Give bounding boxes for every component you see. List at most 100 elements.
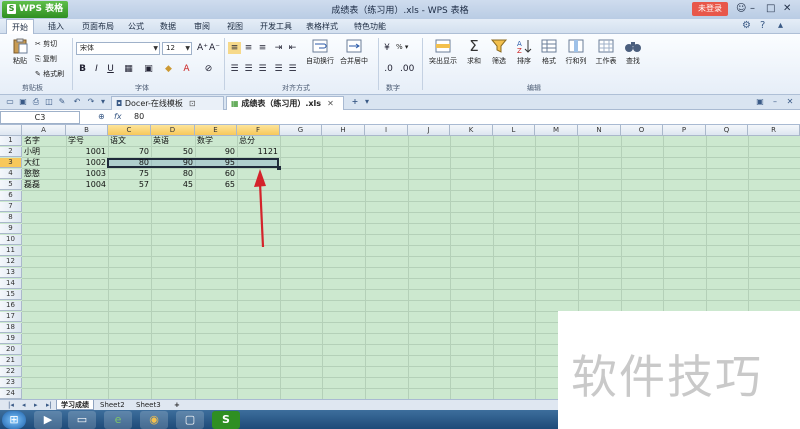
- row-header-23[interactable]: 23: [0, 378, 22, 388]
- column-header-o[interactable]: O: [621, 125, 663, 136]
- cell-a3[interactable]: 大红: [24, 158, 40, 168]
- font-color-icon[interactable]: A: [180, 63, 193, 75]
- first-sheet-icon[interactable]: |◂: [4, 400, 18, 410]
- cell-e3[interactable]: 95: [195, 158, 237, 168]
- close-tab-icon[interactable]: ✕: [327, 99, 334, 108]
- indent-icon[interactable]: ⇥: [272, 42, 285, 54]
- quick-access-more-icon[interactable]: ▾: [98, 97, 108, 107]
- cell-b4[interactable]: 1003: [66, 169, 108, 179]
- highlight-button[interactable]: 突出显示: [426, 38, 460, 66]
- decimal-decrease-icon[interactable]: .00: [400, 63, 414, 75]
- cell-e2[interactable]: 90: [195, 147, 237, 157]
- browser-icon[interactable]: e: [104, 411, 132, 429]
- font-size-select[interactable]: 12 ▼: [162, 42, 192, 55]
- outdent-icon[interactable]: ⇤: [286, 42, 299, 54]
- decrease-font-icon[interactable]: A⁻: [208, 42, 221, 54]
- collapse-ribbon-icon[interactable]: ▴: [778, 20, 783, 31]
- settings-icon[interactable]: ⚙: [742, 20, 751, 31]
- distributed-icon[interactable]: ☰: [286, 63, 299, 75]
- align-top-icon[interactable]: ≡: [228, 42, 241, 54]
- media-player-icon[interactable]: ▶: [34, 411, 62, 429]
- close-icon[interactable]: ✕: [783, 3, 791, 14]
- minimize-icon[interactable]: –: [750, 3, 755, 14]
- next-sheet-icon[interactable]: ▸: [30, 400, 42, 410]
- row-header-16[interactable]: 16: [0, 301, 22, 311]
- minimize-doc-icon[interactable]: –: [770, 97, 780, 107]
- wrap-text-button[interactable]: 自动换行: [304, 38, 336, 66]
- save-icon[interactable]: ▣: [18, 97, 28, 107]
- column-header-r[interactable]: R: [748, 125, 800, 136]
- select-all-corner[interactable]: [0, 125, 22, 136]
- menu-formulas[interactable]: 公式: [128, 21, 144, 32]
- row-header-21[interactable]: 21: [0, 356, 22, 366]
- menu-data[interactable]: 数据: [160, 21, 176, 32]
- help-icon[interactable]: ?: [760, 20, 765, 31]
- menu-view[interactable]: 视图: [227, 21, 243, 32]
- column-header-g[interactable]: G: [280, 125, 322, 136]
- undo-icon[interactable]: ↶: [72, 97, 82, 107]
- column-header-a[interactable]: A: [22, 125, 66, 136]
- row-header-5[interactable]: 5: [0, 180, 22, 190]
- tab-docer[interactable]: ◘ Docer-在线模板 ⊡: [111, 96, 224, 110]
- cell-e4[interactable]: 60: [195, 169, 237, 179]
- format-painter-button[interactable]: ✎ 格式刷: [35, 69, 64, 79]
- cell-e1[interactable]: 数学: [197, 136, 213, 146]
- maximize-icon[interactable]: □: [766, 3, 775, 14]
- row-header-19[interactable]: 19: [0, 334, 22, 344]
- italic-icon[interactable]: I: [90, 63, 103, 75]
- row-header-10[interactable]: 10: [0, 235, 22, 245]
- worksheet-button[interactable]: 工作表: [592, 38, 620, 66]
- preview-icon[interactable]: ◫: [44, 97, 54, 107]
- row-header-14[interactable]: 14: [0, 279, 22, 289]
- column-header-c[interactable]: C: [108, 125, 151, 136]
- decimal-increase-icon[interactable]: .0: [382, 63, 395, 75]
- skin-icon[interactable]: ☺: [736, 3, 746, 14]
- copy-button[interactable]: ⎘ 复制: [35, 54, 57, 64]
- login-button[interactable]: 未登录: [692, 2, 728, 16]
- column-header-k[interactable]: K: [450, 125, 493, 136]
- align-left-icon[interactable]: ☰: [228, 63, 241, 75]
- row-header-3[interactable]: 3: [0, 158, 22, 168]
- cell-d4[interactable]: 80: [151, 169, 195, 179]
- cell-c5[interactable]: 57: [108, 180, 151, 190]
- highlight-icon[interactable]: ◆: [162, 63, 175, 75]
- last-sheet-icon[interactable]: ▸|: [42, 400, 56, 410]
- row-header-17[interactable]: 17: [0, 312, 22, 322]
- justify-icon[interactable]: ☰: [272, 63, 285, 75]
- menu-features[interactable]: 特色功能: [354, 21, 386, 32]
- cell-f1[interactable]: 总分: [239, 136, 255, 146]
- close-tab-icon[interactable]: ⊡: [189, 99, 196, 108]
- sheet-tab-1[interactable]: 学习成绩: [56, 400, 94, 410]
- cell-a5[interactable]: 磊磊: [24, 180, 40, 190]
- cell-a4[interactable]: 憨憨: [24, 169, 40, 179]
- cut-button[interactable]: ✂ 剪切: [35, 39, 57, 49]
- cell-c2[interactable]: 70: [108, 147, 151, 157]
- find-button[interactable]: 查找: [622, 38, 644, 66]
- column-header-m[interactable]: M: [535, 125, 578, 136]
- row-header-12[interactable]: 12: [0, 257, 22, 267]
- border-icon[interactable]: ▦: [122, 63, 135, 75]
- cell-a1[interactable]: 名字: [24, 136, 40, 146]
- cell-e5[interactable]: 65: [195, 180, 237, 190]
- sheet-tab-3[interactable]: Sheet3: [132, 400, 165, 410]
- column-header-d[interactable]: D: [151, 125, 195, 136]
- app-icon[interactable]: ◉: [140, 411, 168, 429]
- cell-b1[interactable]: 学号: [68, 136, 84, 146]
- cell-c1[interactable]: 语文: [110, 136, 126, 146]
- format-button[interactable]: 格式: [538, 38, 560, 66]
- window-icon[interactable]: ▢: [176, 411, 204, 429]
- add-sheet-icon[interactable]: +: [170, 400, 184, 410]
- align-center-icon[interactable]: ☰: [242, 63, 255, 75]
- tab-file[interactable]: ▦ 成绩表（练习用）.xls ✕: [226, 96, 344, 110]
- column-header-f[interactable]: F: [237, 125, 280, 136]
- row-header-20[interactable]: 20: [0, 345, 22, 355]
- tab-menu-icon[interactable]: ▾: [362, 97, 372, 107]
- open-folder-icon[interactable]: ▭: [5, 97, 15, 107]
- row-header-22[interactable]: 22: [0, 367, 22, 377]
- cell-b3[interactable]: 1002: [66, 158, 108, 168]
- name-box[interactable]: C3: [0, 111, 80, 124]
- restore-doc-icon[interactable]: ▣: [755, 97, 765, 107]
- row-header-13[interactable]: 13: [0, 268, 22, 278]
- sheet-tab-2[interactable]: Sheet2: [96, 400, 129, 410]
- column-header-b[interactable]: B: [66, 125, 108, 136]
